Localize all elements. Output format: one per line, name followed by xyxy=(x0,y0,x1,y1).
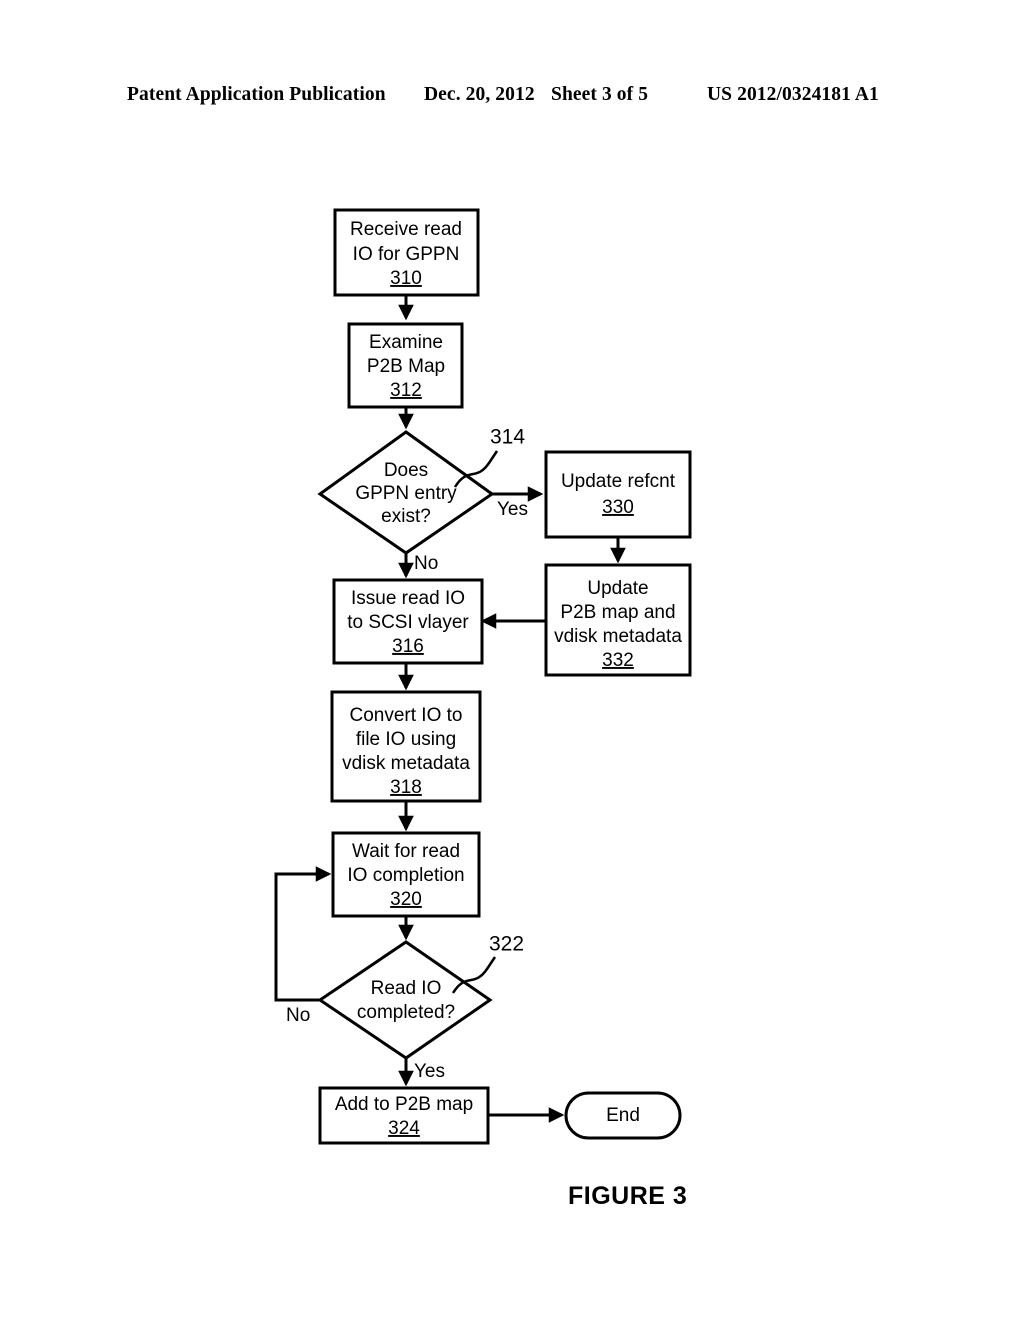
callout-label-314: 314 xyxy=(490,426,525,449)
node-320-line1: Wait for read xyxy=(352,841,460,862)
node-320-ref: 320 xyxy=(390,889,422,910)
node-324-add-to-p2b-map: Add to P2B map 324 xyxy=(318,1086,490,1145)
node-322-line1: Read IO xyxy=(371,978,442,999)
node-316-ref: 316 xyxy=(392,636,424,657)
node-314-line3: exist? xyxy=(381,506,431,527)
node-322-diamond xyxy=(317,940,493,1060)
node-310-line1: Receive read xyxy=(350,219,462,240)
node-310-line2: IO for GPPN xyxy=(353,244,460,265)
edge-label-314-no: No xyxy=(414,553,438,574)
node-316-line1: Issue read IO xyxy=(351,588,465,609)
node-310-ref: 310 xyxy=(390,268,422,289)
node-324-ref: 324 xyxy=(388,1118,420,1139)
connector-322-no-loop-to-320 xyxy=(274,866,332,1002)
node-312-examine-p2b-map: Examine P2B Map 312 xyxy=(347,322,464,409)
node-324-line1: Add to P2B map xyxy=(335,1094,473,1115)
node-318-ref: 318 xyxy=(390,777,422,798)
node-316-line2: to SCSI vlayer xyxy=(347,612,469,633)
node-330-ref: 330 xyxy=(602,497,634,518)
node-314-line1: Does xyxy=(384,460,428,481)
node-312-ref: 312 xyxy=(390,380,422,401)
node-end-terminal: End xyxy=(564,1091,682,1140)
node-end-label: End xyxy=(606,1105,640,1126)
node-332-update-p2b-map-and-vdisk-metadata: Update P2B map and vdisk metadata 332 xyxy=(544,563,692,677)
node-316-issue-read-io-to-scsi-vlayer: Issue read IO to SCSI vlayer 316 xyxy=(332,578,484,665)
node-318-line3: vdisk metadata xyxy=(342,753,470,774)
callout-label-322: 322 xyxy=(489,933,524,956)
node-312-line1: Examine xyxy=(369,332,443,353)
flowchart-diagram: Receive read IO for GPPN 310 Examine P2B… xyxy=(274,208,692,1145)
node-322-line2: completed? xyxy=(357,1002,455,1023)
figure-caption: FIGURE 3 xyxy=(568,1182,688,1210)
node-332-line2: P2B map and xyxy=(560,602,675,623)
node-332-line3: vdisk metadata xyxy=(554,626,682,647)
node-318-convert-io-to-file-io: Convert IO to file IO using vdisk metada… xyxy=(330,690,482,803)
node-332-ref: 332 xyxy=(602,650,634,671)
patent-figure-page: Patent Application Publication Dec. 20, … xyxy=(0,0,1024,1320)
node-318-line1: Convert IO to xyxy=(350,705,463,726)
node-314-does-gppn-entry-exist: Does GPPN entry exist? xyxy=(317,430,495,555)
node-320-line2: IO completion xyxy=(347,865,464,886)
node-330-update-refcnt: Update refcnt 330 xyxy=(544,450,692,539)
node-318-line2: file IO using xyxy=(356,729,456,750)
node-330-box xyxy=(544,450,692,539)
node-320-wait-for-read-io-completion: Wait for read IO completion 320 xyxy=(331,831,481,918)
node-310-receive-read-io: Receive read IO for GPPN 310 xyxy=(333,208,480,297)
node-314-line2: GPPN entry xyxy=(355,483,457,504)
node-322-read-io-completed: Read IO completed? xyxy=(317,940,493,1060)
node-330-line1: Update refcnt xyxy=(561,471,676,492)
edge-label-314-yes: Yes xyxy=(497,499,528,520)
node-332-line1: Update xyxy=(587,578,648,599)
edge-label-322-yes: Yes xyxy=(414,1061,445,1082)
node-312-line2: P2B Map xyxy=(367,356,445,377)
edge-label-322-no: No xyxy=(286,1005,310,1026)
